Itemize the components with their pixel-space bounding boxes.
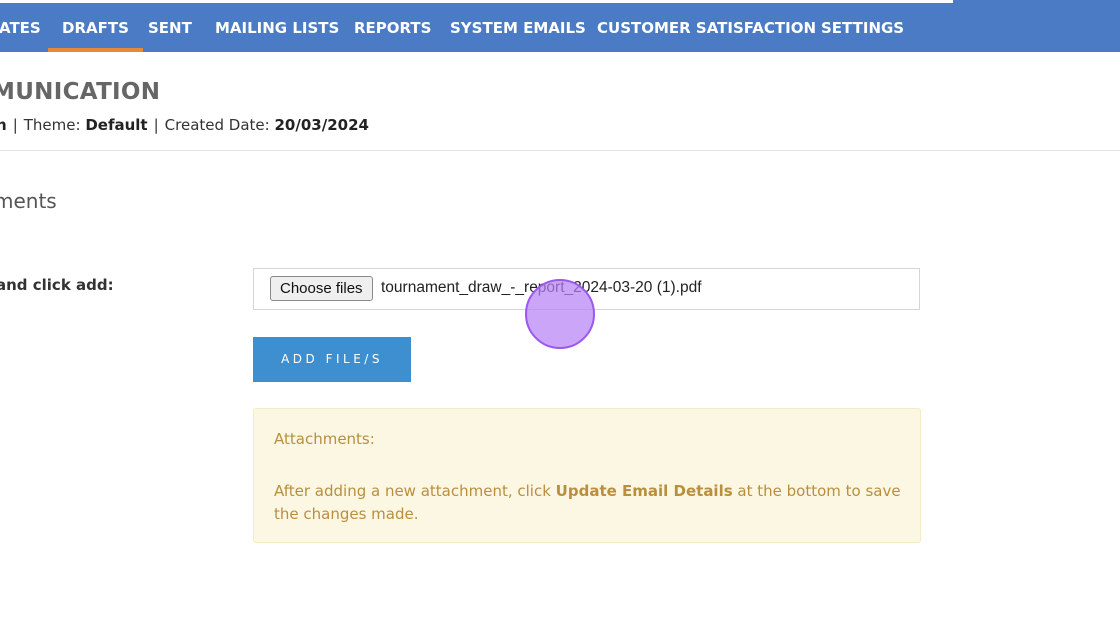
created-date-value: 20/03/2024 (274, 116, 369, 134)
attachments-notice: Attachments: After adding a new attachme… (253, 408, 921, 543)
theme-value: Default (85, 116, 148, 134)
nav-item-templates[interactable]: ATES (0, 0, 41, 52)
nav-item-mailing-lists[interactable]: MAILING LISTS (215, 0, 339, 52)
nav-item-system-emails[interactable]: SYSTEM EMAILS (450, 0, 586, 52)
meta-separator: | (153, 116, 159, 134)
notice-text-before: After adding a new attachment, click (274, 482, 556, 500)
page-title: MUNICATION (0, 79, 161, 105)
nav-item-sent[interactable]: SENT (148, 0, 192, 52)
nav-item-settings[interactable]: SETTINGS (821, 0, 904, 52)
created-date-label: Created Date: (164, 116, 270, 134)
attachments-notice-heading: Attachments: (274, 430, 375, 448)
theme-label: Theme: (23, 116, 81, 134)
nav-item-reports[interactable]: REPORTS (354, 0, 431, 52)
choose-files-button[interactable]: Choose files (270, 276, 373, 301)
author-value: n (0, 116, 7, 134)
cursor-indicator (525, 279, 595, 349)
nav-item-drafts[interactable]: DRAFTS (48, 0, 143, 52)
attachments-notice-text: After adding a new attachment, click Upd… (274, 480, 904, 526)
header-divider (0, 150, 1120, 151)
add-files-button[interactable]: ADD FILE/S (253, 337, 411, 382)
file-field-label: and click add: (0, 276, 114, 294)
top-navigation-bar: ATES DRAFTS SENT MAILING LISTS REPORTS S… (0, 0, 1120, 52)
email-meta: n | Theme: Default | Created Date: 20/03/202… (0, 116, 369, 134)
attachments-section-title: ments (0, 189, 57, 213)
nav-item-customer-satisfaction[interactable]: CUSTOMER SATISFACTION (597, 0, 816, 52)
notice-text-bold: Update Email Details (555, 482, 733, 500)
meta-separator: | (12, 116, 18, 134)
